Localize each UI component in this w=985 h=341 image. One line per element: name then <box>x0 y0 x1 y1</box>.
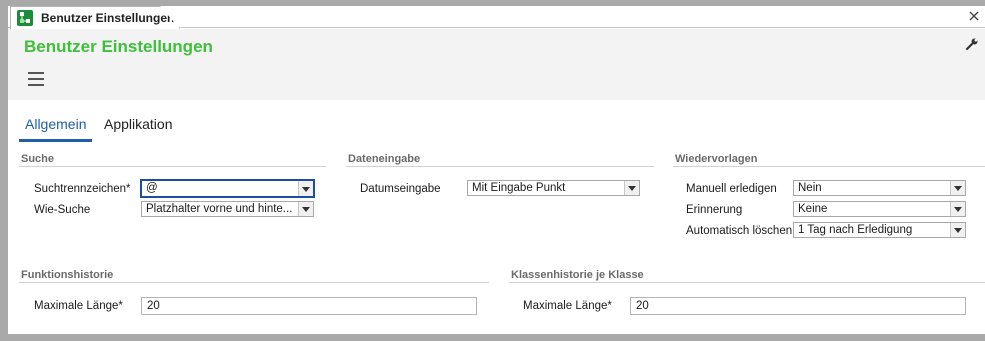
wie-suche-value: Platzhalter vorne und hinte... <box>146 203 293 215</box>
suchtrennzeichen-value: @ <box>146 182 158 194</box>
close-icon[interactable] <box>967 9 981 23</box>
datumseingabe-select[interactable]: Mit Eingabe Punkt <box>467 180 640 196</box>
document-tab-strip: Benutzer Einstellungen <box>8 6 985 29</box>
dropdown-arrow-icon[interactable] <box>624 181 639 195</box>
document-tab-label: Benutzer Einstellungen <box>41 11 175 25</box>
automatisch-loeschen-select[interactable]: 1 Tag nach Erledigung <box>793 222 966 238</box>
wrench-icon[interactable] <box>965 37 979 51</box>
automatisch-loeschen-value: 1 Tag nach Erledigung <box>798 224 913 236</box>
dropdown-arrow-icon[interactable] <box>298 202 313 216</box>
tab-allgemein[interactable]: Allgemein <box>19 108 93 142</box>
manuell-erledigen-select[interactable]: Nein <box>793 180 966 196</box>
section-divider <box>346 166 654 167</box>
label-automatisch-loeschen: Automatisch löschen <box>686 225 793 237</box>
label-manuell-erledigen: Manuell erledigen <box>686 183 777 195</box>
section-title-suche: Suche <box>21 153 55 165</box>
label-klassenhistorie-max-laenge: Maximale Länge* <box>523 300 612 312</box>
dropdown-arrow-icon[interactable] <box>298 181 313 196</box>
manuell-erledigen-value: Nein <box>798 182 822 194</box>
page-header: Benutzer Einstellungen <box>8 29 985 100</box>
label-funktionshistorie-max-laenge: Maximale Länge* <box>34 300 123 312</box>
page-title: Benutzer Einstellungen <box>24 37 213 56</box>
app-icon <box>17 10 33 26</box>
funktionshistorie-max-laenge-input[interactable]: 20 <box>141 297 477 315</box>
dropdown-arrow-icon[interactable] <box>950 181 965 195</box>
section-divider <box>673 166 985 167</box>
section-divider <box>509 282 985 283</box>
datumseingabe-value: Mit Eingabe Punkt <box>472 182 566 194</box>
hamburger-menu-icon[interactable] <box>28 72 44 86</box>
erinnerung-select[interactable]: Keine <box>793 201 966 217</box>
klassenhistorie-max-laenge-value: 20 <box>636 300 649 312</box>
section-title-wiedervorlagen: Wiedervorlagen <box>675 153 758 165</box>
label-suchtrennzeichen: Suchtrennzeichen* <box>34 183 131 195</box>
wie-suche-select[interactable]: Platzhalter vorne und hinte... <box>141 201 314 217</box>
tab-applikation[interactable]: Applikation <box>98 108 179 142</box>
document-tab[interactable]: Benutzer Einstellungen <box>10 6 180 29</box>
label-wie-suche: Wie-Suche <box>34 204 91 216</box>
section-title-klassenhistorie: Klassenhistorie je Klasse <box>511 269 644 281</box>
settings-window: Benutzer Einstellungen Benutzer Einstell… <box>8 6 985 334</box>
dropdown-arrow-icon[interactable] <box>950 223 965 237</box>
tab-applikation-label: Applikation <box>104 116 173 132</box>
section-title-dateneingabe: Dateneingabe <box>348 153 421 165</box>
dropdown-arrow-icon[interactable] <box>950 202 965 216</box>
section-divider <box>19 166 326 167</box>
erinnerung-value: Keine <box>798 203 828 215</box>
section-divider <box>19 282 489 283</box>
suchtrennzeichen-select[interactable]: @ <box>140 179 315 198</box>
label-erinnerung: Erinnerung <box>686 204 743 216</box>
tab-allgemein-label: Allgemein <box>25 116 87 132</box>
active-tab-indicator <box>19 139 93 142</box>
klassenhistorie-max-laenge-input[interactable]: 20 <box>630 297 966 315</box>
label-datumseingabe: Datumseingabe <box>360 183 441 195</box>
funktionshistorie-max-laenge-value: 20 <box>147 300 160 312</box>
section-title-funktionshistorie: Funktionshistorie <box>21 269 114 281</box>
